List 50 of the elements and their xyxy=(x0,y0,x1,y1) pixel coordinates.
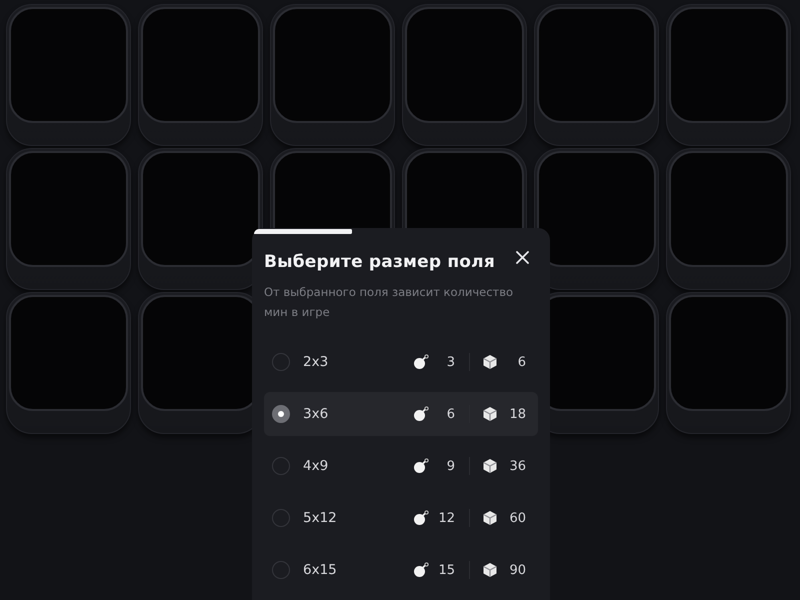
size-label: 4x9 xyxy=(303,458,330,474)
size-option[interactable]: 4x9 9 36 xyxy=(264,444,538,488)
size-option[interactable]: 6x15 15 90 xyxy=(264,548,538,592)
bomb-icon xyxy=(413,354,429,370)
cell-count: 90 xyxy=(508,562,526,578)
cell-count: 36 xyxy=(508,458,526,474)
dialog-subtitle: От выбранного поля зависит количество мин в игре xyxy=(264,284,514,321)
mine-count: 6 xyxy=(446,406,455,422)
mine-count: 9 xyxy=(446,458,455,474)
mine-count: 15 xyxy=(437,562,455,578)
game-tile[interactable] xyxy=(6,148,131,290)
bomb-icon xyxy=(413,406,429,422)
game-tile[interactable] xyxy=(138,148,263,290)
game-tile[interactable] xyxy=(666,292,791,434)
radio-button[interactable] xyxy=(272,561,290,579)
cube-icon xyxy=(482,406,498,422)
game-tile[interactable] xyxy=(666,4,791,146)
game-tile[interactable] xyxy=(534,4,659,146)
game-tile[interactable] xyxy=(666,148,791,290)
radio-button[interactable] xyxy=(272,405,290,423)
size-label: 2x3 xyxy=(303,354,330,370)
cell-count: 6 xyxy=(516,354,526,370)
mine-count: 3 xyxy=(446,354,455,370)
game-tile[interactable] xyxy=(138,4,263,146)
radio-button[interactable] xyxy=(272,353,290,371)
bomb-icon xyxy=(413,562,429,578)
bomb-icon xyxy=(413,510,429,526)
close-icon[interactable] xyxy=(516,250,529,264)
game-tile[interactable] xyxy=(402,4,527,146)
game-tile[interactable] xyxy=(6,4,131,146)
mine-count: 12 xyxy=(437,510,455,526)
cube-icon xyxy=(482,354,498,370)
game-tile[interactable] xyxy=(270,4,395,146)
radio-button[interactable] xyxy=(272,509,290,527)
size-label: 3x6 xyxy=(303,406,330,422)
game-tile[interactable] xyxy=(6,292,131,434)
cube-icon xyxy=(482,458,498,474)
size-label: 6x15 xyxy=(303,562,338,578)
cube-icon xyxy=(482,562,498,578)
game-tile[interactable] xyxy=(534,148,659,290)
dialog-title: Выберите размер поля xyxy=(264,252,495,272)
size-option[interactable]: 2x3 3 6 xyxy=(264,340,538,384)
cell-count: 60 xyxy=(508,510,526,526)
size-option[interactable]: 3x6 6 18 xyxy=(264,392,538,436)
cube-icon xyxy=(482,510,498,526)
size-option[interactable]: 5x12 12 60 xyxy=(264,496,538,540)
radio-button[interactable] xyxy=(272,457,290,475)
size-label: 5x12 xyxy=(303,510,338,526)
cell-count: 18 xyxy=(508,406,526,422)
bomb-icon xyxy=(413,458,429,474)
